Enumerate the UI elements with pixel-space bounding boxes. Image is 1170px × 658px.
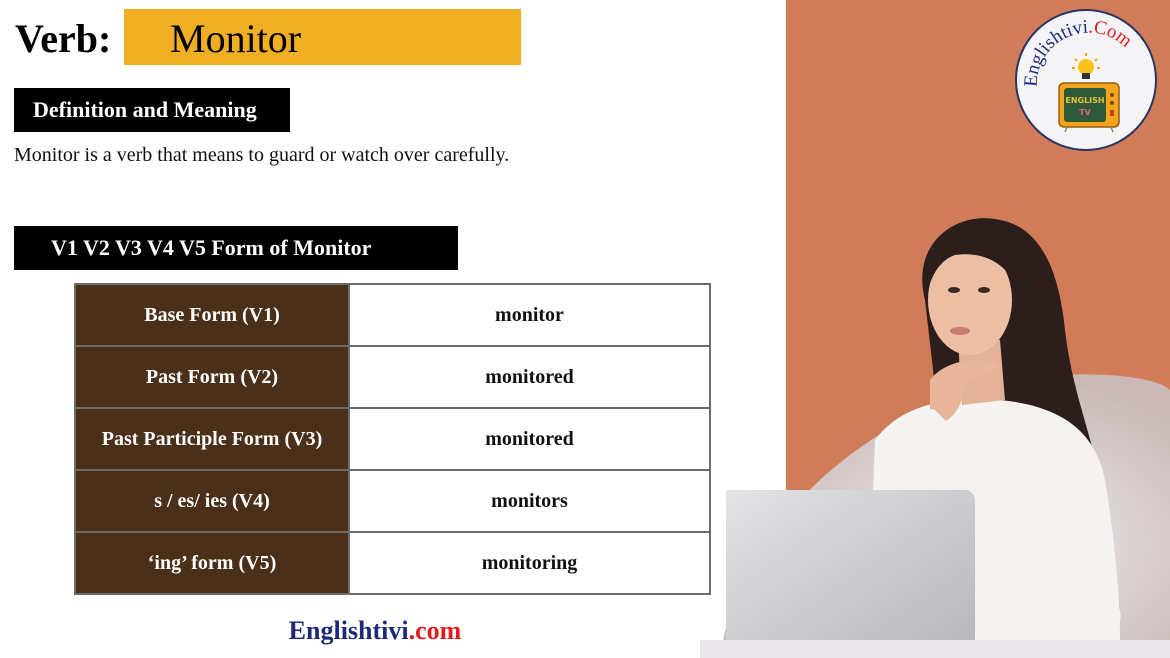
form-value: monitored — [348, 345, 711, 409]
form-label: Past Form (V2) — [74, 345, 350, 409]
form-label: ‘ing’ form (V5) — [74, 531, 350, 595]
tv-caption: ENGLISH — [1065, 96, 1104, 105]
woman-with-laptop-illustration — [700, 218, 1170, 658]
logo-text-tld: .Com — [1088, 17, 1136, 52]
eye — [978, 287, 990, 293]
table-row: Base Form (V1) monitor — [74, 283, 711, 347]
logo-text-main: Englishtivi — [1021, 17, 1089, 88]
form-label: s / es/ ies (V4) — [74, 469, 350, 533]
table — [700, 640, 1170, 658]
table-row: Past Participle Form (V3) monitored — [74, 407, 711, 471]
logo-graphic: Englishtivi.Com ENGLISH TV — [1021, 17, 1137, 133]
tv-icon: ENGLISH TV — [1058, 82, 1120, 133]
brand-name: Englishtivi — [288, 616, 409, 645]
form-label: Past Participle Form (V3) — [74, 407, 350, 471]
lips — [950, 327, 970, 335]
logo-text: Englishtivi.Com — [1021, 17, 1137, 88]
brand-tld: .com — [408, 616, 462, 645]
eye — [948, 287, 960, 293]
table-row: s / es/ ies (V4) monitors — [74, 469, 711, 533]
form-value: monitoring — [348, 531, 711, 595]
definition-text: Monitor is a verb that means to guard or… — [14, 144, 510, 166]
table-row: Past Form (V2) monitored — [74, 345, 711, 409]
left-panel: Verb: Monitor Definition and Meaning Mon… — [0, 0, 786, 658]
verb-label: Verb: — [15, 16, 112, 61]
footer-brand-link[interactable]: Englishtivi.com — [0, 614, 750, 648]
arm-on-table — [975, 594, 1121, 640]
lightbulb-icon — [1072, 53, 1100, 79]
form-label: Base Form (V1) — [74, 283, 350, 347]
tv-caption: TV — [1079, 108, 1091, 117]
table-row: ‘ing’ form (V5) monitoring — [74, 531, 711, 595]
definition-heading: Definition and Meaning — [14, 88, 290, 132]
form-value: monitor — [348, 283, 711, 347]
forms-heading: V1 V2 V3 V4 V5 Form of Monitor — [14, 226, 458, 270]
form-value: monitored — [348, 407, 711, 471]
verb-forms-table: Base Form (V1) monitor Past Form (V2) mo… — [74, 283, 711, 595]
verb-title: Monitor — [170, 16, 302, 61]
form-value: monitors — [348, 469, 711, 533]
englishtivi-logo: Englishtivi.Com ENGLISH TV — [1015, 9, 1157, 151]
laptop — [726, 490, 975, 658]
